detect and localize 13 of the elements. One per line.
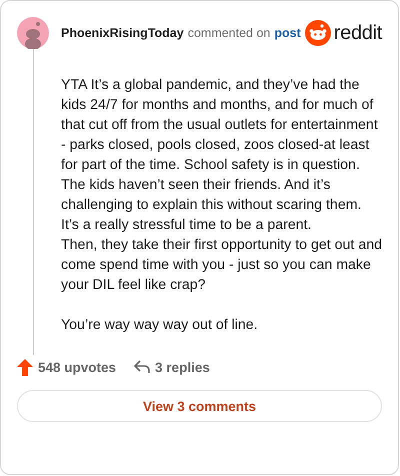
author-name[interactable]: PhoenixRisingToday [61,26,184,40]
reddit-logo-icon [304,20,331,46]
upvote-icon[interactable] [17,358,33,376]
reply-icon[interactable] [134,360,150,374]
comment-text: You’re way way way out of line. [61,316,259,335]
upvote-count: 548 upvotes [38,360,116,374]
brand-name: reddit [334,22,382,44]
post-link[interactable]: post [274,26,301,40]
action-text: commented on [188,26,270,40]
comment-text: YTA It’s a global pandemic, and they’ve had the kids 24/7 for months and months, and for much of that cut off from the usual outlets for entertainment - parks closed, pools closed, zoos closed-at least for part of the time. School safety is in question. The kids haven’t seen their friends. And it’s challenging to explain this without scaring them. It’s a really stressful time to be a parent. Then, they take their first opportunity to get out and come spend time with you - just so you can make your DIL feel like crap? [61,76,382,295]
reply-count: 3 replies [155,360,210,374]
avatar-icon [17,17,49,49]
view-comments-button[interactable]: View 3 comments [17,390,382,422]
